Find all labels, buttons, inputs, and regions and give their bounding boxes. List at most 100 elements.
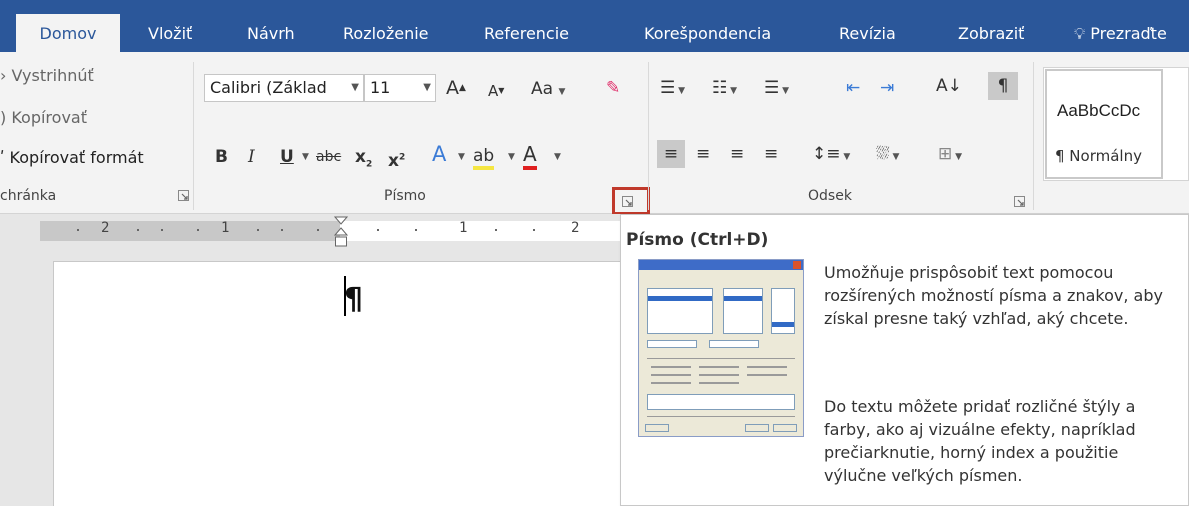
align-right-button[interactable]: ≡ [730,144,744,164]
group-separator [1033,62,1034,210]
eraser-icon: ✎ [606,78,621,98]
clipboard-group-label: chránka [0,188,57,204]
paragraph-dialog-launcher[interactable] [1014,196,1026,208]
triangle-down-icon: ▼ [498,86,505,95]
chevron-down-icon: ▼ [423,82,431,93]
chevron-down-icon[interactable]: ▼ [302,152,309,162]
chevron-down-icon[interactable]: ▼ [458,152,465,162]
ruler-tick [495,229,497,231]
text-effects-button[interactable]: A [432,144,446,165]
preview-selection [772,322,794,327]
font-color-button[interactable]: A [523,142,537,170]
highlight-box [612,187,650,215]
subscript-button[interactable]: x2 [355,147,372,174]
ruler-tick [317,229,319,231]
justify-button[interactable]: ≡ [764,144,778,164]
tab-zobrazit[interactable]: Zobraziť [958,14,1024,52]
ruler-tick [257,229,259,231]
shading-button[interactable]: ⛆ ▼ [876,144,899,167]
tab-rozlozenie[interactable]: Rozloženie [343,14,429,52]
numbering-button[interactable]: ☷ ▼ [712,78,737,101]
grow-font-button[interactable]: A▲ [446,78,466,98]
font-name-value: Calibri (Základ [210,78,327,97]
preview-selection [648,296,712,301]
chevron-down-icon: ▼ [779,86,790,96]
superscript-button[interactable]: x2 [388,147,405,171]
tab-referencie[interactable]: Referencie [484,14,569,52]
sort-az-icon: A↓ [936,76,962,96]
scissors-icon: › [0,66,7,85]
styles-gallery: AaBbCcDc ¶ Normálny [1043,67,1189,181]
preview-effects [699,366,739,368]
preview-combo [709,340,759,348]
paragraph-mark: ¶ [344,282,364,317]
preview-button [745,424,769,432]
tooltip-description-1: Umožňuje prispôsobiť text pomocou rozšír… [824,263,1163,328]
align-center-button[interactable]: ≡ [696,144,710,164]
font-group-label: Písmo [384,188,426,204]
highlight-color-button[interactable]: ab [473,146,495,170]
preview-font-list [647,288,713,334]
underline-button[interactable]: U [280,147,294,167]
font-name-combo[interactable]: Calibri (Základ ▼ [204,74,364,102]
ruler-tick [137,229,139,231]
chevron-down-icon: ▼ [727,86,738,96]
style-sample-text: AaBbCcDc [1057,101,1141,120]
change-case-button[interactable]: Aa ▼ [531,79,565,102]
document-page[interactable] [53,261,623,506]
preview-effects [699,382,739,384]
shrink-font-button[interactable]: A▼ [488,81,504,101]
paint-bucket-icon: ⛆ [876,144,890,164]
italic-icon: I [248,147,255,167]
chevron-down-icon[interactable]: ▼ [554,152,561,162]
bullets-button[interactable]: ☰ ▼ [660,78,685,101]
launcher-icon [1014,196,1025,207]
sort-button[interactable]: A↓ [936,76,962,96]
style-normal[interactable]: AaBbCcDc ¶ Normálny [1045,69,1163,179]
chevron-down-icon: ▼ [889,152,900,162]
tab-revizia[interactable]: Revízia [839,14,896,52]
strikethrough-icon: abc [316,149,342,165]
chevron-down-icon: ▼ [351,82,359,93]
italic-button[interactable]: I [248,147,255,167]
preview-effects [747,374,787,376]
tab-navrh[interactable]: Návrh [247,14,295,52]
preview-divider [647,358,795,359]
copy-label: Kopírovať [11,108,87,127]
bold-button[interactable]: B [215,147,228,167]
decrease-indent-icon: ⇤ [846,78,861,98]
format-painter-button[interactable]: ʹ Kopírovať formát [0,148,144,167]
copy-button[interactable]: ) Kopírovať [0,108,87,127]
clear-formatting-button[interactable]: ✎ [606,78,620,98]
align-left-button[interactable]: ≡ [657,140,685,168]
ruler-tick [377,229,379,231]
line-spacing-icon: ↕≡ [812,144,841,164]
font-dialog-preview-image [638,259,804,437]
tab-vlozit[interactable]: Vložiť [148,14,192,52]
strikethrough-button[interactable]: abc [316,147,341,167]
change-case-label: Aa [531,79,554,99]
preview-effects [747,366,787,368]
line-spacing-button[interactable]: ↕≡ ▼ [812,144,850,167]
clipboard-dialog-launcher[interactable] [178,190,190,202]
multilevel-list-button[interactable]: ☰ ▼ [764,78,789,101]
indent-marker-icon[interactable] [333,216,349,252]
tab-domov[interactable]: Domov [16,14,120,52]
decrease-indent-button[interactable]: ⇤ [846,78,860,98]
preview-button [645,424,669,432]
preview-button [773,424,797,432]
ribbon-tab-bar: Domov Vložiť Návrh Rozloženie Referencie… [0,0,1189,52]
font-size-combo[interactable]: 11 ▼ [364,74,436,102]
ruler-margin [40,221,340,241]
preview-effects [651,366,691,368]
increase-indent-button[interactable]: ⇥ [880,78,894,98]
show-formatting-button[interactable]: ¶ [988,72,1018,100]
highlighter-icon: ab [473,146,495,170]
justify-icon: ≡ [764,144,779,164]
cut-button[interactable]: › Vystrihnúť [0,66,94,85]
borders-button[interactable]: ⊞ ▼ [938,144,962,167]
chevron-down-icon[interactable]: ▼ [508,152,515,162]
tab-korespondencia[interactable]: Korešpondencia [644,14,771,52]
format-painter-icon: ʹ [0,148,5,167]
tab-tell-me[interactable]: 💡︎ Prezraďte [1074,14,1167,52]
